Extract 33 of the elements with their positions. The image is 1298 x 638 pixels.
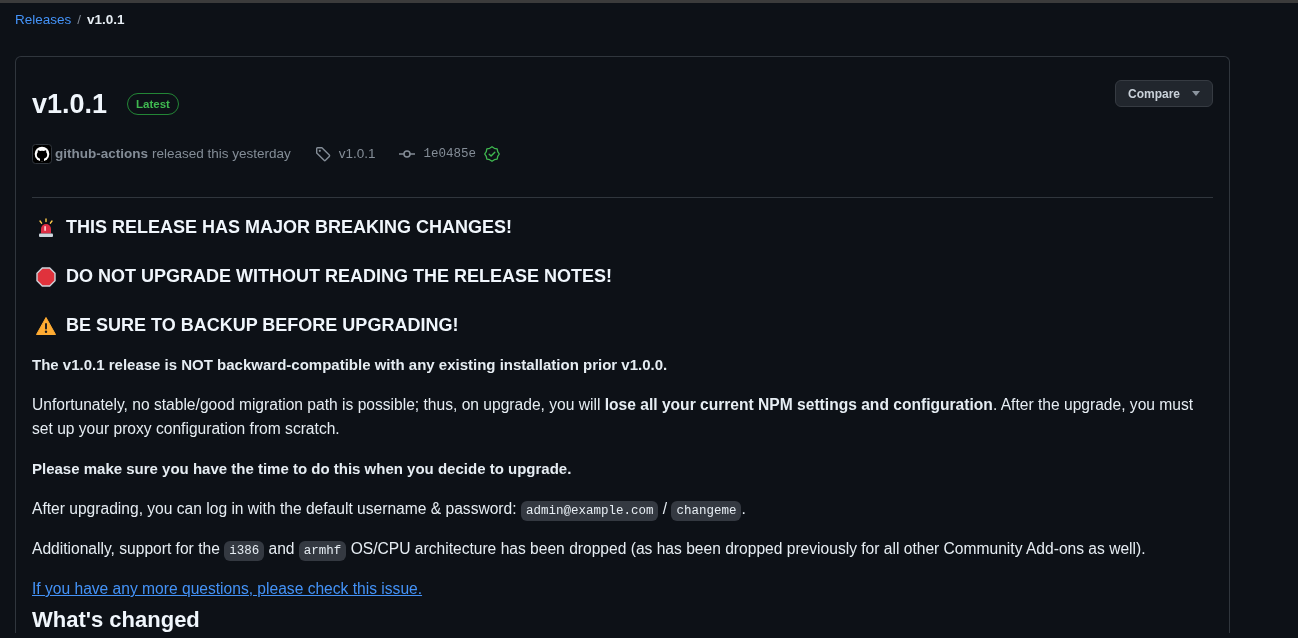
- siren-icon: [36, 217, 56, 238]
- warning-icon: [36, 315, 56, 336]
- avatar-icon: [32, 144, 52, 164]
- paragraph-text: .: [741, 500, 746, 517]
- inline-code: admin@example.com: [520, 500, 659, 522]
- commit-link[interactable]: 1e0485e: [423, 144, 477, 164]
- alert-heading: BE SURE TO BACKUP BEFORE UPGRADING!: [66, 314, 459, 337]
- caret-icon: [1192, 91, 1200, 96]
- breadcrumb-link[interactable]: Releases: [15, 10, 72, 30]
- issue-link[interactable]: If you have any more questions, please check this issue.: [32, 580, 423, 597]
- breadcrumb-current: v1.0.1: [87, 11, 125, 29]
- paragraph: Please make sure you have the time to do this when you decide to upgrade.: [32, 459, 573, 479]
- paragraph-text: and: [267, 540, 296, 557]
- tag-icon: [314, 146, 331, 162]
- inline-code: changeme: [671, 500, 742, 522]
- stop-sign-icon: [36, 266, 56, 287]
- alert-heading: DO NOT UPGRADE WITHOUT READING THE RELEASE NOTES!: [66, 265, 612, 288]
- paragraph-text: /: [661, 500, 669, 517]
- release-title: v1.0.1: [32, 88, 108, 121]
- tag-link[interactable]: v1.0.1: [338, 144, 376, 164]
- inline-code: i386: [224, 540, 265, 562]
- paragraph: Unfortunately, no stable/good migration path is possible; thus, on upgrade, you will lose all your current NPM settings and configuration. After the upgrade, you must set up your proxy configuration from scratch.: [32, 395, 1195, 439]
- alert-heading: THIS RELEASE HAS MAJOR BREAKING CHANGES!: [66, 216, 513, 239]
- paragraph-text: After upgrading, you can log in with the default username & password:: [32, 500, 518, 517]
- paragraph-text: OS/CPU architecture has been dropped (as has been dropped previously for all other Community Add-ons as well).: [349, 540, 1146, 557]
- paragraph: The v1.0.1 release is NOT backward-compatible with any existing installation prior v1.0.0.: [32, 355, 669, 375]
- section-heading: What's changed: [32, 607, 201, 633]
- inline-code: armhf: [298, 540, 347, 562]
- compare-button[interactable]: Compare: [1115, 80, 1213, 107]
- breadcrumb-separator: /: [76, 11, 83, 29]
- release-info-text: released this yesterday: [152, 145, 291, 163]
- author-link[interactable]: github-actions: [55, 144, 148, 164]
- paragraph-text: Additionally, support for the: [32, 540, 221, 557]
